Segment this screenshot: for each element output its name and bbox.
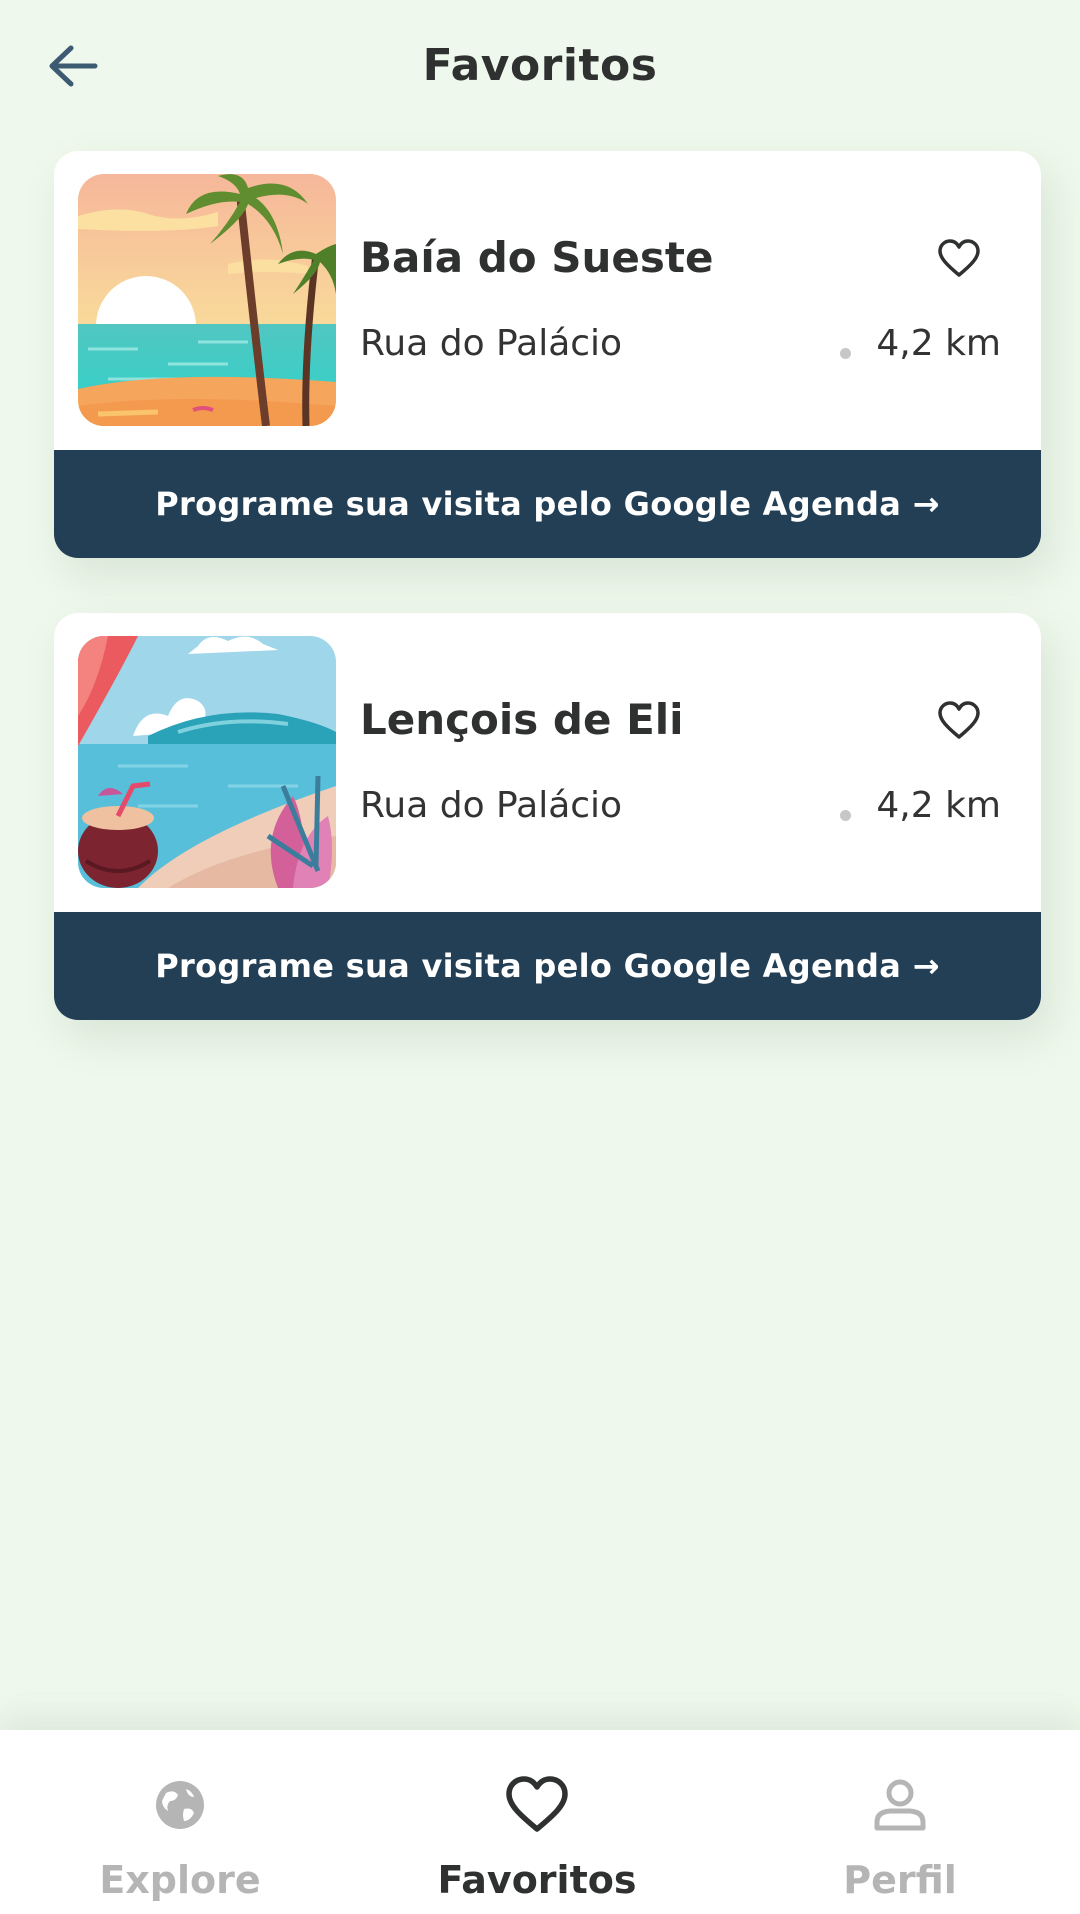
favorite-button[interactable] [924, 693, 994, 753]
favorite-button[interactable] [924, 231, 994, 291]
header: Favoritos [0, 0, 1080, 140]
place-address: Rua do Palácio [360, 785, 623, 826]
card-content[interactable]: Lençois de Eli Rua do Palácio 4,2 km [54, 613, 1041, 912]
place-name: Lençois de Eli [360, 695, 684, 744]
separator-dot [840, 810, 851, 821]
app-root: Favoritos Baía do Sueste Rua do Palácio … [0, 0, 1080, 1914]
globe-icon [30, 1770, 330, 1840]
bottom-navigation: Explore Favoritos Perfil [0, 1730, 1080, 1914]
page-title: Favoritos [422, 40, 658, 91]
nav-item-favoritos[interactable]: Favoritos [387, 1730, 687, 1914]
card-content[interactable]: Baía do Sueste Rua do Palácio 4,2 km [54, 151, 1041, 450]
favorite-card[interactable]: Lençois de Eli Rua do Palácio 4,2 km Pro… [54, 613, 1041, 1020]
favorite-card[interactable]: Baía do Sueste Rua do Palácio 4,2 km Pro… [54, 151, 1041, 558]
heart-icon [387, 1770, 687, 1840]
nav-label: Explore [99, 1858, 261, 1902]
heart-outline-icon [937, 239, 981, 283]
nav-item-perfil[interactable]: Perfil [750, 1730, 1050, 1914]
place-name: Baía do Sueste [360, 233, 714, 282]
heart-outline-icon [937, 701, 981, 745]
nav-label: Favoritos [437, 1858, 637, 1902]
separator-dot [840, 348, 851, 359]
place-address: Rua do Palácio [360, 323, 623, 364]
person-icon [750, 1770, 1050, 1840]
place-distance: 4,2 km [876, 323, 1001, 364]
place-distance: 4,2 km [876, 785, 1001, 826]
schedule-visit-button[interactable]: Programe sua visita pelo Google Agenda → [54, 912, 1041, 1020]
place-image-beach-sunset [78, 174, 336, 426]
nav-label: Perfil [843, 1858, 957, 1902]
schedule-visit-button[interactable]: Programe sua visita pelo Google Agenda → [54, 450, 1041, 558]
place-image-beach-coconut [78, 636, 336, 888]
nav-item-explore[interactable]: Explore [30, 1730, 330, 1914]
